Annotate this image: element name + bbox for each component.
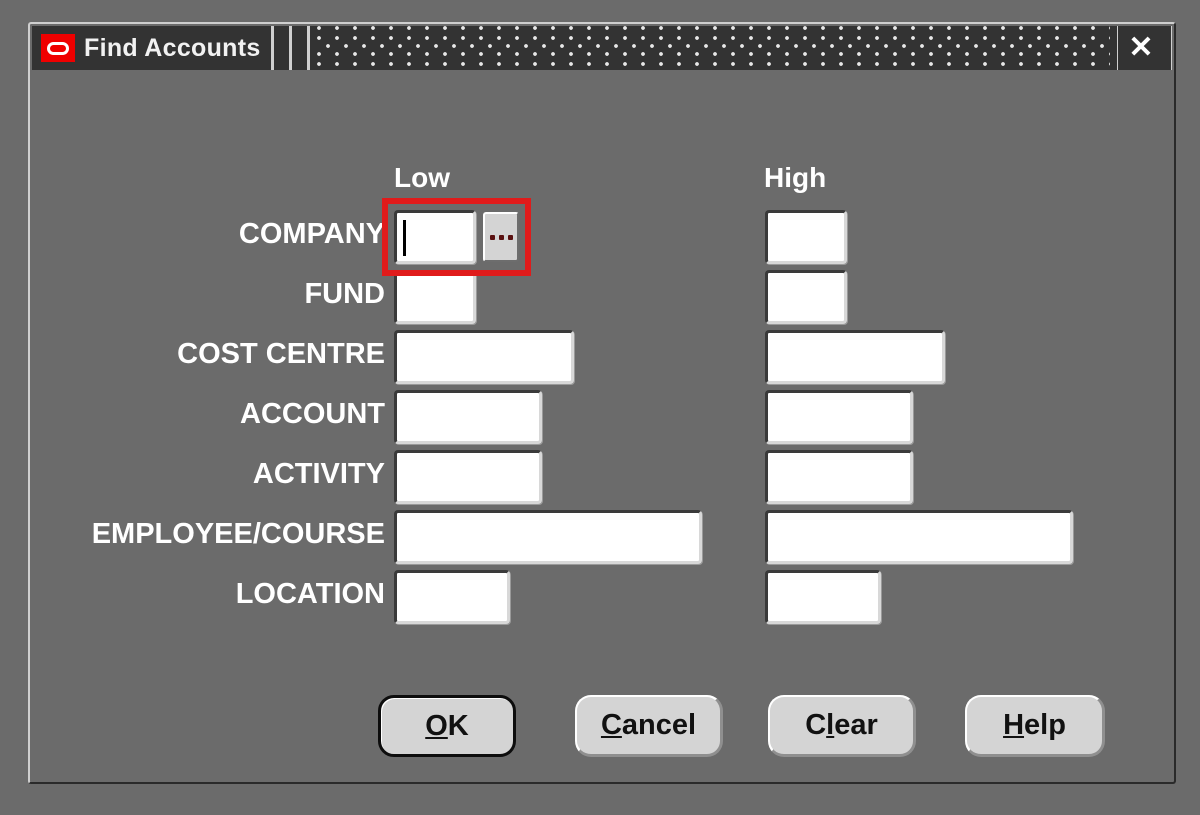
mnemonic-letter: H bbox=[1003, 709, 1025, 741]
row-label-employee-course: EMPLOYEE/COURSE bbox=[91, 518, 385, 550]
help-button[interactable]: Help bbox=[965, 695, 1105, 757]
find-accounts-dialog: Find Accounts ✕ Low High COMPANY FUND COST… bbox=[28, 22, 1176, 784]
cancel-button-label: Cancel bbox=[600, 709, 697, 741]
dialog-body: Low High COMPANY FUND COST CENTRE ACCOUNT AC… bbox=[30, 70, 1174, 784]
ok-button-label: OK bbox=[425, 709, 469, 742]
fund-low-field[interactable] bbox=[394, 270, 476, 324]
oracle-logo-ring bbox=[47, 41, 69, 55]
activity-high-field[interactable] bbox=[765, 450, 913, 504]
company-high-field[interactable] bbox=[765, 210, 847, 264]
text-caret bbox=[403, 220, 406, 256]
row-label-cost-centre: COST CENTRE bbox=[177, 338, 385, 370]
employee-course-high-field[interactable] bbox=[765, 510, 1073, 564]
fund-high-field[interactable] bbox=[765, 270, 847, 324]
ellipsis-dot-icon bbox=[498, 234, 504, 240]
column-header-low: Low bbox=[394, 162, 450, 193]
dialog-title: Find Accounts bbox=[84, 33, 261, 62]
cost-centre-high-field[interactable] bbox=[765, 330, 945, 384]
titlebar-texture bbox=[316, 26, 1110, 70]
account-low-field[interactable] bbox=[394, 390, 542, 444]
mnemonic-letter: l bbox=[826, 709, 835, 741]
clear-button-label: Clear bbox=[805, 709, 878, 741]
company-lov-button[interactable] bbox=[483, 212, 519, 262]
location-low-field[interactable] bbox=[394, 570, 510, 624]
employee-course-low-field[interactable] bbox=[394, 510, 702, 564]
row-label-company: COMPANY bbox=[238, 218, 385, 250]
row-label-account: ACCOUNT bbox=[240, 398, 385, 430]
cancel-button[interactable]: Cancel bbox=[575, 695, 723, 757]
titlebar-left-group: Find Accounts bbox=[32, 26, 271, 70]
activity-low-field[interactable] bbox=[394, 450, 542, 504]
dialog-titlebar[interactable]: Find Accounts ✕ bbox=[32, 26, 1172, 70]
clear-button[interactable]: Clear bbox=[768, 695, 916, 757]
close-icon[interactable]: ✕ bbox=[1118, 26, 1164, 70]
mnemonic-letter: O bbox=[425, 709, 448, 742]
ellipsis-dot-icon bbox=[489, 234, 495, 240]
location-high-field[interactable] bbox=[765, 570, 881, 624]
company-low-field[interactable] bbox=[394, 210, 476, 264]
oracle-logo-icon bbox=[41, 34, 75, 62]
ok-button[interactable]: OK bbox=[378, 695, 516, 757]
row-label-activity: ACTIVITY bbox=[252, 458, 385, 490]
column-header-high: High bbox=[764, 162, 827, 193]
account-high-field[interactable] bbox=[765, 390, 913, 444]
ellipsis-dot-icon bbox=[507, 234, 513, 240]
help-button-label: Help bbox=[1003, 709, 1066, 741]
cost-centre-low-field[interactable] bbox=[394, 330, 574, 384]
row-label-location: LOCATION bbox=[235, 578, 385, 610]
row-label-fund: FUND bbox=[304, 278, 385, 310]
mnemonic-letter: C bbox=[600, 709, 622, 741]
